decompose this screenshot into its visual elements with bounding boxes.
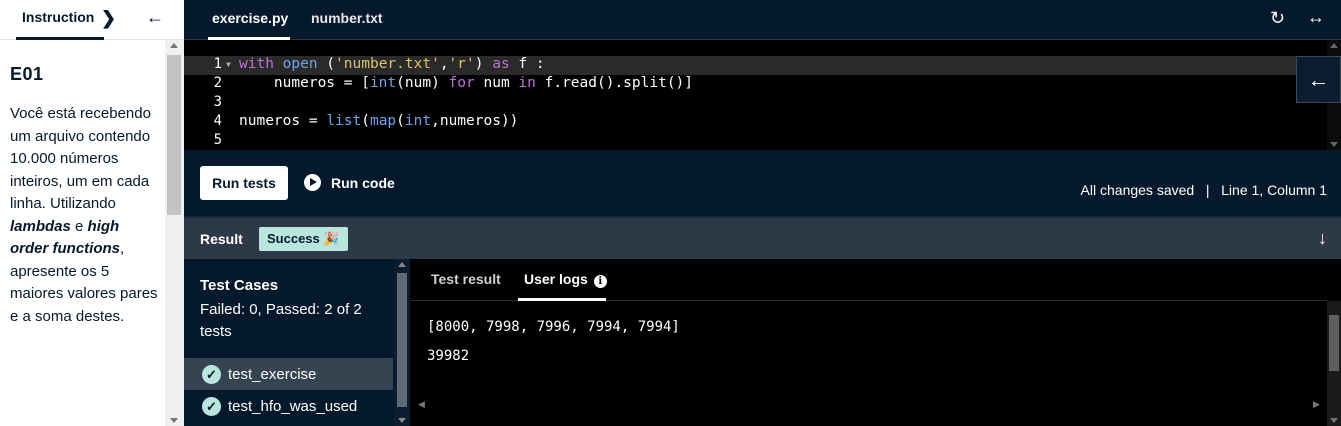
run-tests-button[interactable]: Run tests	[200, 166, 288, 200]
tab-number-txt[interactable]: number.txt	[311, 10, 383, 26]
exercise-title: E01	[10, 64, 44, 84]
run-bar: Run tests Run code All changes saved | L…	[184, 150, 1341, 216]
line-number: 5	[213, 132, 222, 148]
test-case-name: test_hfo_was_used	[228, 398, 358, 415]
test-case-name: test_exercise	[228, 366, 317, 383]
scroll-up-icon[interactable]	[398, 262, 406, 267]
test-cases-panel: Test Cases Failed: 0, Passed: 2 of 2 tes…	[184, 259, 410, 426]
check-circle-icon: ✓	[202, 397, 221, 416]
instructions-scrollbar[interactable]	[165, 40, 184, 426]
back-arrow-icon[interactable]: ←	[1296, 56, 1341, 103]
instructions-panel: Instruction ❯ ← E01 Você está recebendo …	[0, 0, 184, 426]
test-cases-title: Test Cases	[200, 277, 279, 294]
status-text: All changes saved | Line 1, Column 1	[1080, 182, 1327, 198]
active-tab-indicator	[16, 37, 104, 40]
tab-exercise-py[interactable]: exercise.py	[212, 10, 288, 26]
code-text: numeros = [int(num) for num in f.read().…	[239, 75, 694, 91]
run-code-label: Run code	[331, 175, 395, 191]
line-number: 3	[213, 94, 222, 110]
scrollbar-thumb[interactable]	[1329, 315, 1339, 371]
code-line: 3	[184, 94, 1327, 113]
collapse-down-arrow-icon[interactable]: ↓	[1318, 228, 1327, 249]
scroll-right-icon[interactable]: ▶	[1313, 399, 1320, 410]
code-text: numeros = list(map(int,numeros))	[239, 113, 519, 129]
test-case-item[interactable]: ✓ test_exercise	[184, 358, 393, 390]
test-cases-scrollbar[interactable]	[394, 259, 410, 426]
test-cases-summary: Failed: 0, Passed: 2 of 2 tests	[200, 301, 362, 340]
instructions-content: E01 Você está recebendo um arquivo conte…	[10, 64, 160, 328]
description-text: Você está recebendo um arquivo contendo …	[10, 105, 151, 212]
editor-tabs: exercise.py number.txt ↻ ↔	[184, 0, 1341, 40]
description-text: e	[70, 217, 88, 235]
line-number: 1	[213, 56, 222, 72]
code-line: 4 numeros = list(map(int,numeros))	[184, 113, 1327, 132]
reset-icon[interactable]: ↻	[1270, 8, 1285, 29]
status-badge: Success 🎉	[259, 227, 348, 251]
scroll-down-icon[interactable]	[398, 418, 406, 423]
logs-tabs: Test result User logs i	[410, 259, 1327, 301]
tab-instructions[interactable]: Instruction	[22, 9, 94, 25]
scroll-down-icon[interactable]	[170, 418, 178, 423]
code-editor-area: exercise.py number.txt ↻ ↔ 1 ▼ with open…	[184, 0, 1341, 216]
scroll-left-icon[interactable]: ◀	[418, 399, 425, 410]
scroll-up-icon[interactable]	[170, 43, 178, 48]
expand-horizontal-icon[interactable]: ↔	[1307, 7, 1325, 28]
code-line: 2 numeros = [int(num) for num in f.read(…	[184, 75, 1327, 94]
test-case-item[interactable]: ✓ test_hfo_was_used	[184, 390, 393, 422]
line-number: 4	[213, 113, 222, 129]
logs-scrollbar[interactable]	[1327, 301, 1341, 426]
scroll-down-icon[interactable]	[1330, 418, 1338, 423]
instructions-header: Instruction ❯ ←	[0, 0, 184, 40]
tab-test-result[interactable]: Test result	[431, 271, 501, 287]
active-tab-indicator	[518, 298, 606, 301]
line-number: 2	[213, 75, 222, 91]
scrollbar-thumb[interactable]	[167, 55, 181, 215]
code-editor[interactable]: 1 ▼ with open ('number.txt','r') as f : …	[184, 40, 1327, 150]
fold-arrow-icon[interactable]: ▼	[226, 60, 231, 69]
check-circle-icon: ✓	[202, 365, 221, 384]
chevron-right-icon[interactable]: ❯	[101, 8, 116, 29]
info-icon[interactable]: i	[593, 275, 607, 288]
editor-status: All changes saved | Line 1, Column 1	[1081, 182, 1327, 198]
scrollbar-thumb[interactable]	[397, 273, 407, 407]
log-line: 39982	[427, 348, 470, 364]
code-text: with open ('number.txt','r') as f :	[239, 56, 545, 72]
result-header: Result Success 🎉 ↓	[184, 216, 1341, 259]
collapse-panel-arrow-icon[interactable]: ←	[146, 7, 164, 28]
logs-panel: Test result User logs i [8000, 7998, 7996…	[410, 259, 1341, 426]
result-panel: Result Success 🎉 ↓ Test Cases Failed: 0,…	[184, 216, 1341, 426]
scroll-up-icon[interactable]	[1330, 43, 1338, 48]
code-line: 1 ▼ with open ('number.txt','r') as f :	[184, 56, 1327, 75]
play-icon	[304, 174, 321, 191]
log-line: [8000, 7998, 7996, 7994, 7994]	[427, 319, 680, 335]
tab-user-logs-label: User logs	[524, 271, 588, 287]
scroll-down-icon[interactable]	[1330, 142, 1338, 147]
run-code-button[interactable]: Run code	[304, 174, 395, 191]
tab-user-logs[interactable]: User logs i	[524, 271, 607, 288]
exercise-description: Você está recebendo um arquivo contendo …	[10, 103, 160, 328]
description-emphasis-lambdas: lambdas	[10, 217, 71, 235]
result-label: Result	[200, 231, 243, 247]
code-line: 5	[184, 132, 1327, 150]
